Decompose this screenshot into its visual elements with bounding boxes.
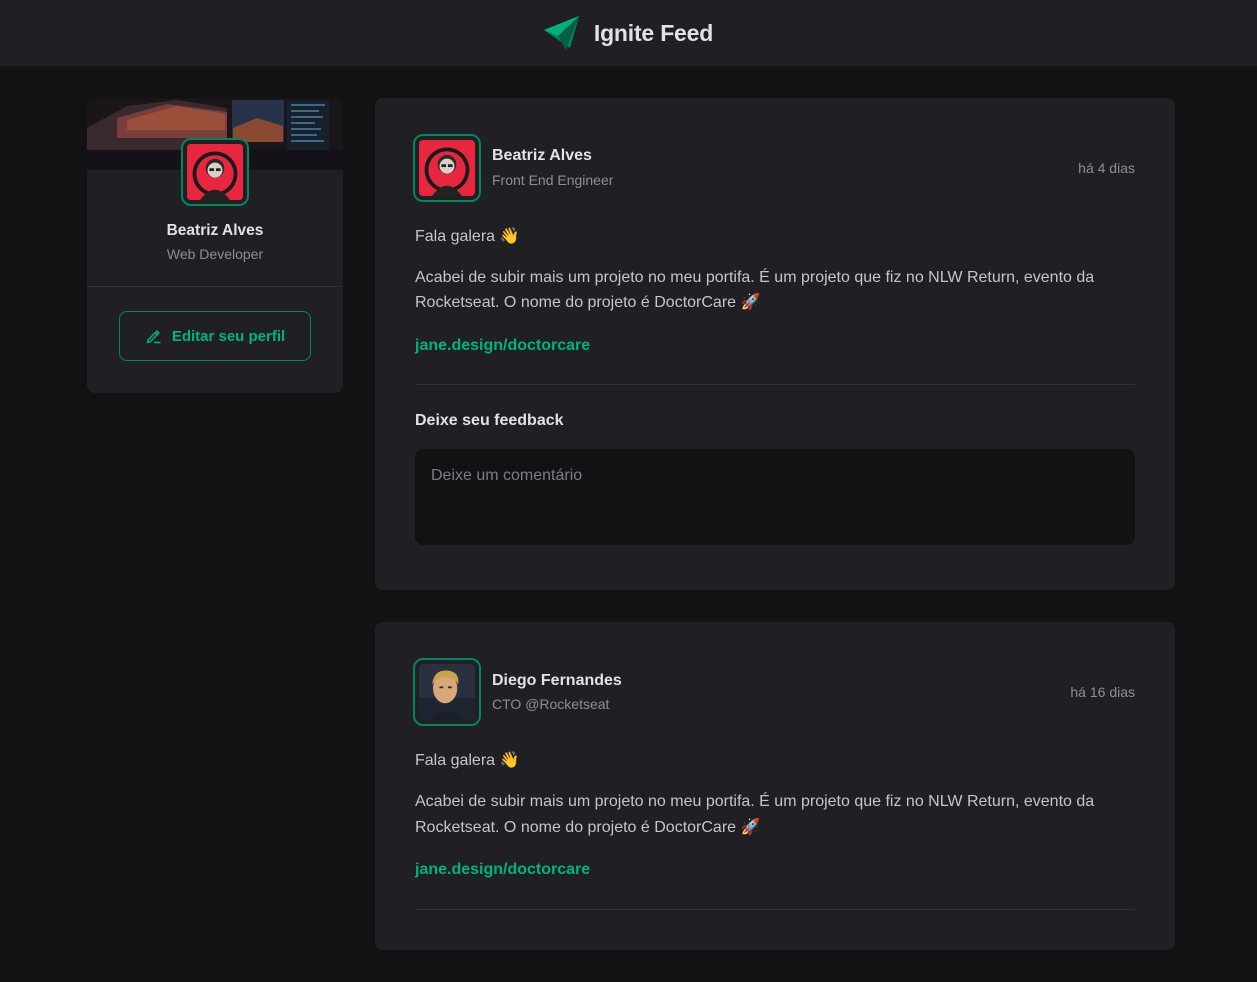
comment-form-title: Deixe seu feedback [415, 412, 564, 430]
pencil-icon [146, 330, 161, 344]
post: Diego Fernandes CTO @Rocketseat há 16 di… [375, 622, 1175, 950]
post-paragraph: Acabei de subir mais um projeto no meu p… [415, 792, 1095, 836]
post-time: há 16 dias [1070, 684, 1135, 701]
post-divider [415, 908, 1135, 910]
sidebar-user-role: Web Developer [166, 246, 264, 262]
post-link[interactable]: jane.design/doctorcare [415, 333, 590, 359]
post-time: há 4 dias [1078, 160, 1135, 176]
author-role: CTO @Rocketseat [492, 696, 610, 713]
post-link[interactable]: jane.design/doctorcare [415, 857, 590, 883]
author-name: Diego Fernandes [492, 671, 622, 689]
post-content: Fala galera 👋 Acabei de subir mais um pr… [415, 224, 1135, 358]
author-avatar[interactable] [413, 658, 481, 727]
comment-form: Deixe seu feedback [415, 384, 1135, 550]
paper-plane-logo-icon [543, 16, 579, 50]
post-paragraph: Acabei de subir mais um projeto no meu p… [415, 268, 1095, 312]
author-avatar[interactable] [413, 134, 481, 202]
edit-profile-label: Editar seu perfil [171, 327, 286, 345]
edit-profile-button[interactable]: Editar seu perfil [119, 311, 311, 361]
feed: Beatriz Alves Front End Engineer há 4 di… [375, 98, 1175, 982]
app-header: Ignite Feed [0, 0, 1257, 66]
post: Beatriz Alves Front End Engineer há 4 di… [375, 98, 1175, 591]
post-content: Fala galera 👋 Acabei de subir mais um pr… [415, 748, 1135, 882]
profile-sidebar: Beatriz Alves Web Developer Editar seu p… [87, 98, 343, 393]
post-paragraph: Fala galera 👋 [415, 752, 520, 770]
app-title: Ignite Feed [593, 19, 714, 46]
author-role: Front End Engineer [492, 171, 614, 188]
author-name: Beatriz Alves [492, 147, 592, 165]
post-paragraph: Fala galera 👋 [415, 228, 520, 245]
sidebar-avatar[interactable] [181, 138, 249, 206]
sidebar-user-name: Beatriz Alves [166, 222, 264, 239]
comment-input[interactable] [415, 449, 1135, 546]
